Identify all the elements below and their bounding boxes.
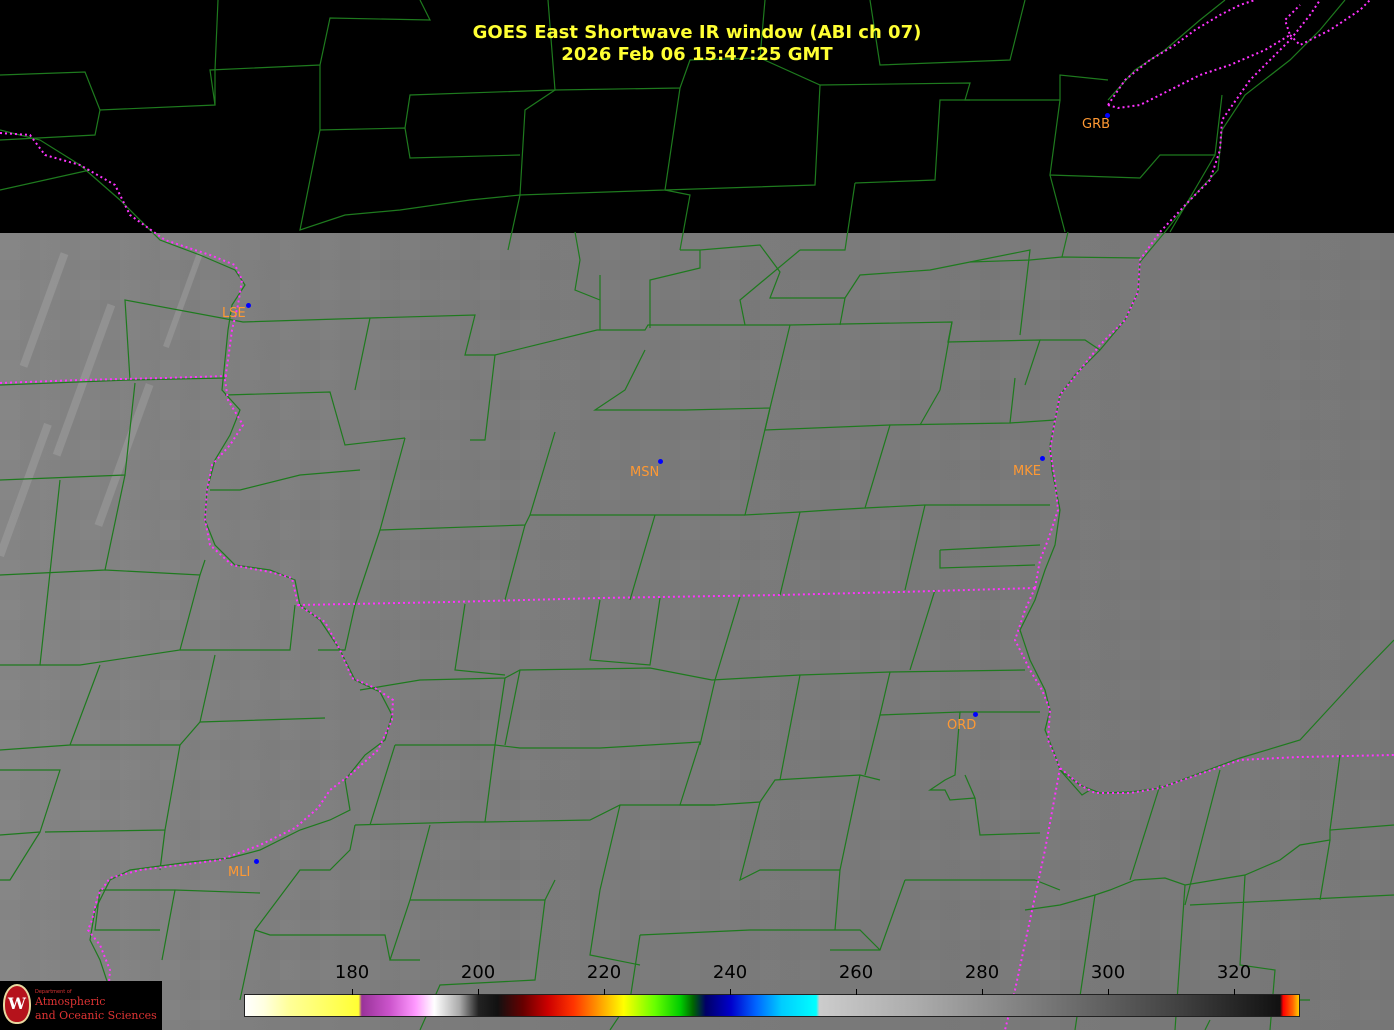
- temperature-colorbar: [244, 994, 1300, 1017]
- aos-logo: W Department of Atmospheric and Oceanic …: [0, 981, 162, 1030]
- station-dot-mli: [254, 859, 259, 864]
- colorbar-tick-mark: [478, 989, 480, 995]
- station-label-grb: GRB: [1082, 117, 1111, 132]
- station-label-msn: MSN: [630, 465, 660, 480]
- chart-title: GOES East Shortwave IR window (ABI ch 07…: [472, 22, 922, 43]
- colorbar-tick-label: 320: [1216, 962, 1252, 983]
- colorbar-tick-label: 280: [964, 962, 1000, 983]
- station-label-lse: LSE: [222, 306, 246, 321]
- colorbar-tick-label: 200: [460, 962, 496, 983]
- station-label-mke: MKE: [1013, 464, 1041, 479]
- station-label-ord: ORD: [947, 718, 977, 733]
- station-dot-ord: [973, 712, 978, 717]
- logo-line1: Atmospheric: [35, 995, 106, 1008]
- colorbar-tick-mark: [1108, 989, 1110, 995]
- colorbar-tick-label: 300: [1090, 962, 1126, 983]
- map-canvas: [0, 0, 1394, 1030]
- colorbar-tick-mark: [1234, 989, 1235, 995]
- colorbar-tick-mark: [730, 989, 732, 995]
- colorbar-tick-mark: [352, 989, 354, 995]
- colorbar-tick-mark: [604, 989, 606, 995]
- station-dot-msn: [658, 459, 663, 464]
- satellite-image-view: GOES East Shortwave IR window (ABI ch 07…: [0, 0, 1394, 1030]
- colorbar-tick-mark: [982, 989, 984, 995]
- uw-seal-icon: W: [3, 984, 31, 1024]
- timestamp: 2026 Feb 06 15:47:25 GMT: [561, 44, 833, 65]
- station-label-mli: MLI: [228, 865, 251, 880]
- colorbar-tick-mark: [856, 989, 858, 995]
- station-dot-lse: [246, 303, 251, 308]
- logo-line2: and Oceanic Sciences: [35, 1009, 157, 1022]
- colorbar-tick-label: 220: [586, 962, 622, 983]
- colorbar-tick-label: 260: [838, 962, 874, 983]
- station-dot-mke: [1040, 456, 1045, 461]
- colorbar-tick-label: 240: [712, 962, 748, 983]
- colorbar-tick-label: 180: [334, 962, 370, 983]
